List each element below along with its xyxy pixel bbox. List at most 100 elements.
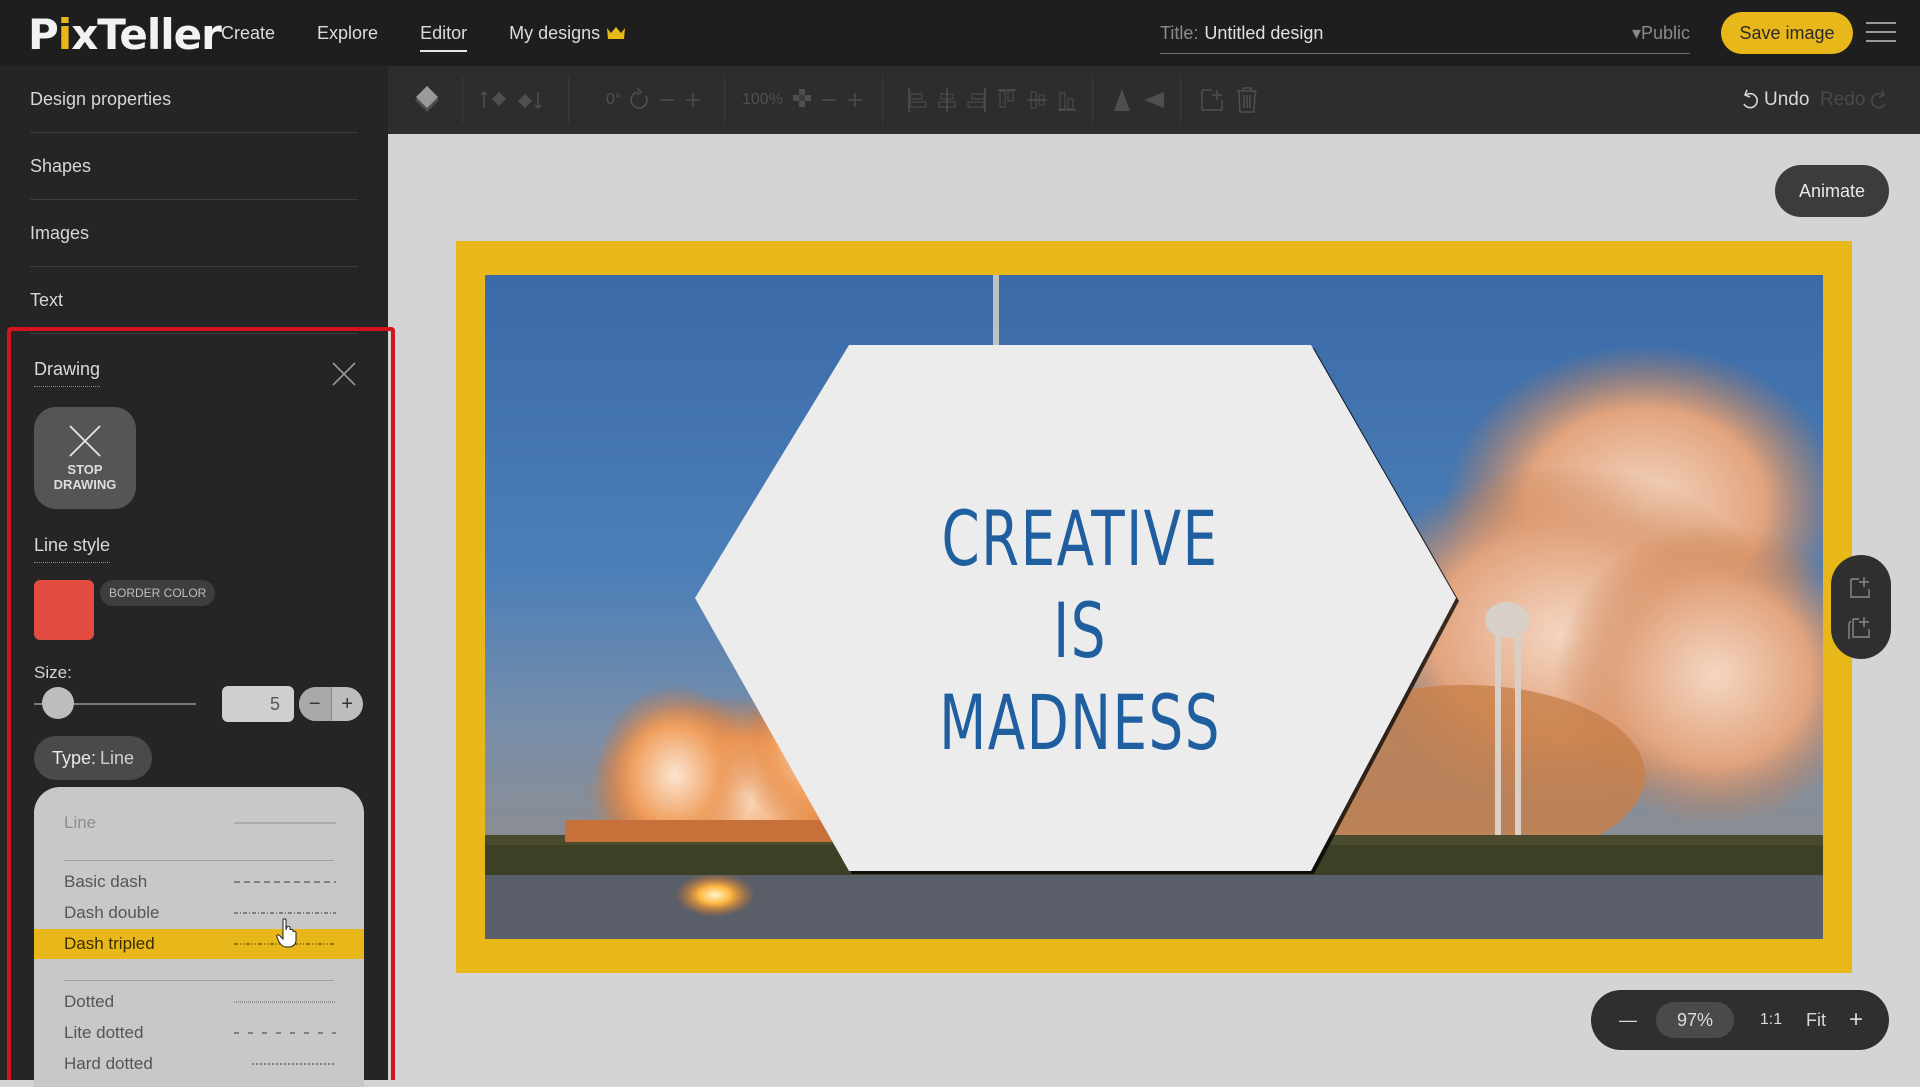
type-dropdown-button[interactable]: Type: Line [34, 736, 153, 780]
option-label: Dash double [64, 903, 160, 922]
line-type-option-dash-double[interactable]: Dash double [34, 898, 364, 928]
toolbar-separator [724, 76, 725, 124]
solid-line-sample [234, 822, 336, 824]
nav-my-designs[interactable]: My designs [509, 23, 626, 44]
zoom-actual-size-button[interactable]: 1:1 [1751, 990, 1791, 1050]
nav-explore[interactable]: Explore [317, 23, 378, 44]
drawing-title: Drawing [34, 359, 101, 387]
headline-text[interactable]: CREATIVE IS MADNESS [925, 493, 1235, 769]
toolbar-separator [1180, 76, 1181, 124]
option-label: Lite dotted [64, 1023, 144, 1042]
redo-button[interactable]: Redo [1820, 88, 1889, 112]
logo-text-i: i [57, 10, 72, 59]
align-right-icon[interactable] [966, 84, 988, 116]
line-style-title: Line style [34, 535, 111, 563]
trash-icon[interactable] [1234, 84, 1260, 116]
sidebar-item-images[interactable]: Images [30, 200, 358, 267]
toolbar-separator [882, 76, 883, 124]
line-type-menu: Line Basic dash Dash double Dash tripled… [34, 787, 364, 1087]
size-decrement-button[interactable]: − [299, 687, 332, 721]
size-label: Size: [34, 663, 72, 682]
sidebar-item-design-properties[interactable]: Design properties [30, 66, 358, 133]
lite-dotted-sample [234, 1032, 336, 1034]
border-color-label[interactable]: BORDER COLOR [100, 580, 216, 606]
type-label: Type: [52, 747, 97, 768]
rotate-icon[interactable] [628, 84, 652, 116]
headline-line-2: IS MADNESS [939, 586, 1221, 767]
sidebar-item-label: Images [30, 222, 90, 243]
align-top-icon[interactable] [996, 84, 1018, 116]
zoom-out-button[interactable]: — [1613, 990, 1643, 1050]
zoom-level[interactable]: 97% [1656, 1002, 1734, 1038]
option-label: Dash tripled [64, 934, 155, 953]
size-input[interactable] [222, 686, 294, 722]
side-tools-panel [1831, 555, 1891, 659]
rocket-launch-photo[interactable]: CREATIVE IS MADNESS [485, 275, 1823, 939]
zoom-fit-button[interactable]: Fit [1796, 990, 1836, 1050]
undo-label: Undo [1764, 89, 1810, 110]
basic-dash-sample [234, 881, 336, 883]
save-image-button[interactable]: Save image [1721, 12, 1853, 54]
sidebar-item-label: Text [30, 289, 64, 310]
align-middle-icon[interactable] [1026, 84, 1048, 116]
rotate-minus-icon[interactable] [658, 84, 676, 116]
design-canvas[interactable]: CREATIVE IS MADNESS [456, 241, 1852, 973]
nav-editor[interactable]: Editor [420, 22, 468, 52]
opacity-plus-icon[interactable] [846, 84, 864, 116]
hamburger-menu-icon[interactable] [1866, 22, 1896, 44]
pixteller-logo[interactable]: PixTeller [28, 10, 222, 59]
line-type-option-line[interactable]: Line [34, 808, 364, 838]
stop-drawing-button[interactable]: STOP DRAWING [34, 407, 136, 509]
line-type-option-hard-dotted[interactable]: Hard dotted [34, 1049, 364, 1079]
align-center-icon[interactable] [936, 84, 958, 116]
send-backward-icon[interactable] [514, 84, 544, 116]
size-slider-thumb[interactable] [42, 687, 75, 719]
undo-button[interactable]: Undo [1740, 88, 1809, 112]
design-title-field[interactable]: Title: Untitled design ▾Public [1160, 14, 1690, 54]
redo-icon [1871, 89, 1887, 109]
duplicate-page-icon[interactable] [1847, 613, 1875, 641]
headline-line-1: CREATIVE [941, 494, 1219, 583]
dash-tripled-sample [234, 943, 336, 945]
title-value[interactable]: Untitled design [1204, 23, 1323, 44]
rotation-value: 0° [606, 91, 622, 108]
visibility-dropdown[interactable]: ▾Public [1632, 23, 1690, 44]
line-type-option-dotted[interactable]: Dotted [34, 987, 364, 1017]
close-drawing-icon[interactable] [331, 361, 357, 387]
sidebar-item-label: Design properties [30, 88, 172, 109]
duplicate-icon[interactable] [1198, 84, 1226, 116]
align-left-icon[interactable] [906, 84, 928, 116]
sidebar-item-label: Shapes [30, 155, 92, 176]
align-bottom-icon[interactable] [1056, 84, 1078, 116]
title-label: Title: [1160, 23, 1199, 43]
rotate-plus-icon[interactable] [684, 84, 702, 116]
sidebar-item-text[interactable]: Text [30, 267, 358, 334]
type-value: Line [100, 747, 135, 768]
opacity-value: 100% [742, 91, 783, 108]
flip-horizontal-icon[interactable] [1142, 84, 1166, 116]
zoom-in-button[interactable]: + [1841, 990, 1871, 1050]
size-slider[interactable] [34, 687, 196, 719]
opacity-icon[interactable] [790, 84, 814, 116]
sidebar-item-shapes[interactable]: Shapes [30, 133, 358, 200]
toolbar-separator [1092, 76, 1093, 124]
logo-text-rest: xTeller [71, 10, 222, 59]
line-type-option-basic-dash[interactable]: Basic dash [34, 867, 364, 897]
flip-vertical-icon[interactable] [1110, 84, 1134, 116]
animate-button[interactable]: Animate [1775, 165, 1889, 217]
drawing-panel: Drawing STOP DRAWING Line style BORDER CO… [7, 327, 395, 1087]
toolbar-separator [568, 76, 569, 124]
add-page-icon[interactable] [1847, 573, 1875, 601]
nav-editor-label: Editor [420, 22, 468, 43]
nav-create[interactable]: Create [221, 23, 275, 44]
top-navigation-bar: PixTeller Create Explore Editor My desig… [0, 0, 1920, 66]
border-color-swatch[interactable] [34, 580, 94, 640]
bring-forward-icon[interactable] [480, 84, 510, 116]
line-type-option-lite-dotted[interactable]: Lite dotted [34, 1018, 364, 1048]
stop-drawing-label: STOP DRAWING [53, 462, 117, 492]
line-type-option-dash-tripled[interactable]: Dash tripled [34, 929, 364, 959]
layers-icon[interactable] [412, 84, 442, 116]
opacity-minus-icon[interactable] [820, 84, 838, 116]
size-increment-button[interactable]: + [332, 687, 364, 721]
menu-divider [64, 980, 334, 981]
